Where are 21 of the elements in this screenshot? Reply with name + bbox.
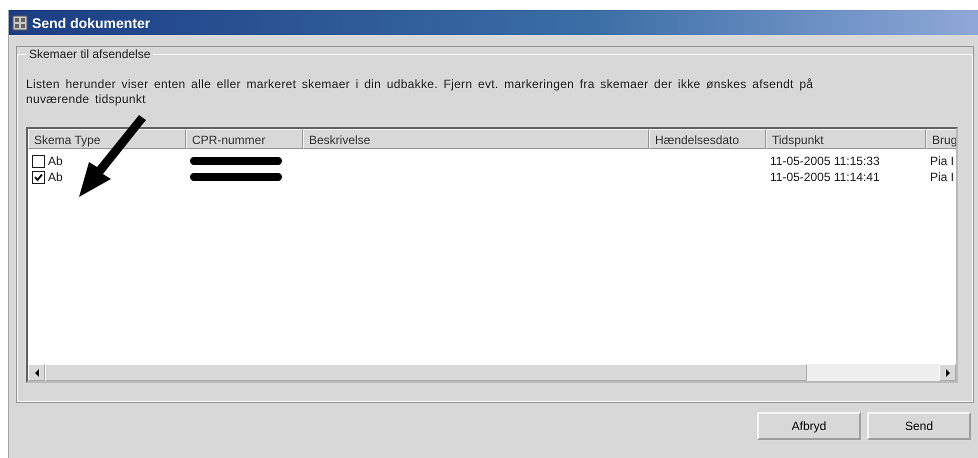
table-cell: Pia I bbox=[930, 154, 954, 168]
table-cell: Pia I bbox=[930, 170, 954, 184]
table-cell: Ab bbox=[48, 170, 63, 184]
column-header[interactable]: Tidspunkt bbox=[766, 129, 926, 149]
window-title: Send dokumenter bbox=[32, 14, 150, 30]
column-header[interactable]: Hændelsesdato bbox=[649, 129, 766, 149]
grid-icon bbox=[12, 14, 28, 30]
table-cell: 11-05-2005 11:15:33 bbox=[770, 154, 880, 168]
scroll-right-icon[interactable] bbox=[939, 364, 956, 381]
checkbox[interactable] bbox=[32, 154, 45, 168]
group-title: Skemaer til afsendelse bbox=[28, 47, 152, 61]
table-cell: 11-05-2005 11:14:41 bbox=[770, 170, 880, 184]
scroll-left-icon[interactable] bbox=[28, 364, 45, 381]
column-header[interactable]: CPR-nummer bbox=[186, 129, 303, 149]
table-cell: Ab bbox=[48, 154, 63, 168]
column-header[interactable]: Beskrivelse bbox=[303, 129, 649, 149]
column-header[interactable]: Skema Type bbox=[28, 129, 186, 149]
checkbox[interactable] bbox=[32, 170, 45, 184]
dialog-button[interactable]: Afbryd bbox=[757, 412, 861, 440]
dialog-button[interactable]: Send bbox=[867, 412, 971, 440]
description-text: Listen herunder viser enten alle eller markeret skemaer i din udbakke. Fjern evt. markeringen fra skemaer der ikke ønskes afsendt på nuværende tidspunkt bbox=[26, 77, 814, 107]
